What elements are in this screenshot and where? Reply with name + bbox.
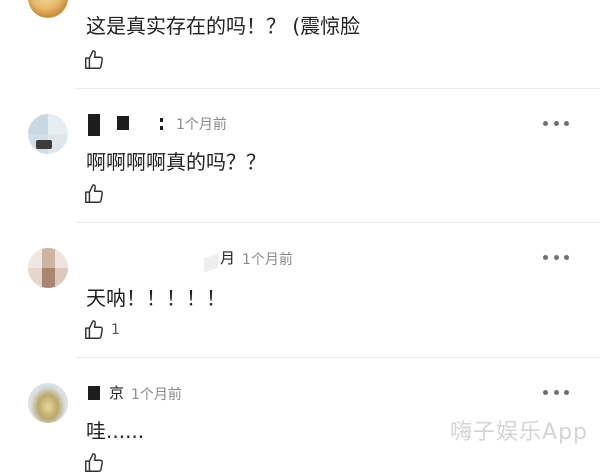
comment-username: 京 [109, 384, 127, 402]
comment-text: 啊啊啊啊真的吗？？ [86, 150, 266, 174]
username-mosaic [88, 114, 100, 136]
avatar[interactable] [28, 248, 68, 288]
username-mosaic [160, 118, 163, 122]
thumbs-up-icon [85, 50, 103, 69]
like-button[interactable] [83, 183, 105, 205]
username-mosaic [204, 253, 218, 273]
thumbs-up-icon [85, 320, 103, 339]
divider [76, 88, 600, 89]
comment-time: 1个月前 [176, 117, 227, 133]
username-mosaic [117, 116, 129, 130]
comment-text: 哇...... [86, 419, 145, 443]
thumbs-up-icon [85, 453, 103, 472]
divider [76, 357, 600, 358]
thumbs-up-icon [85, 184, 103, 203]
comment-username: 月 [220, 249, 238, 267]
comment-item: 这是真实存在的吗！？ (震惊脸 [0, 0, 600, 92]
more-icon[interactable] [543, 119, 569, 127]
like-count: 1 [111, 322, 120, 338]
divider [76, 222, 600, 223]
more-icon[interactable] [543, 388, 569, 396]
like-button[interactable]: 1 [83, 319, 120, 341]
watermark: 嗨子娱乐App [450, 420, 588, 445]
comment-text: 天呐！！！！！ [86, 286, 226, 310]
username-mosaic [160, 126, 163, 130]
like-button[interactable] [83, 452, 105, 474]
avatar[interactable] [28, 114, 68, 154]
comment-time: 1个月前 [242, 252, 293, 268]
avatar[interactable] [28, 383, 68, 423]
comment-text: 这是真实存在的吗！？ (震惊脸 [86, 14, 361, 38]
comment-time: 1个月前 [131, 387, 182, 403]
avatar[interactable] [28, 0, 68, 18]
username-mosaic [88, 386, 100, 400]
like-button[interactable] [83, 49, 105, 71]
more-icon[interactable] [543, 253, 569, 261]
